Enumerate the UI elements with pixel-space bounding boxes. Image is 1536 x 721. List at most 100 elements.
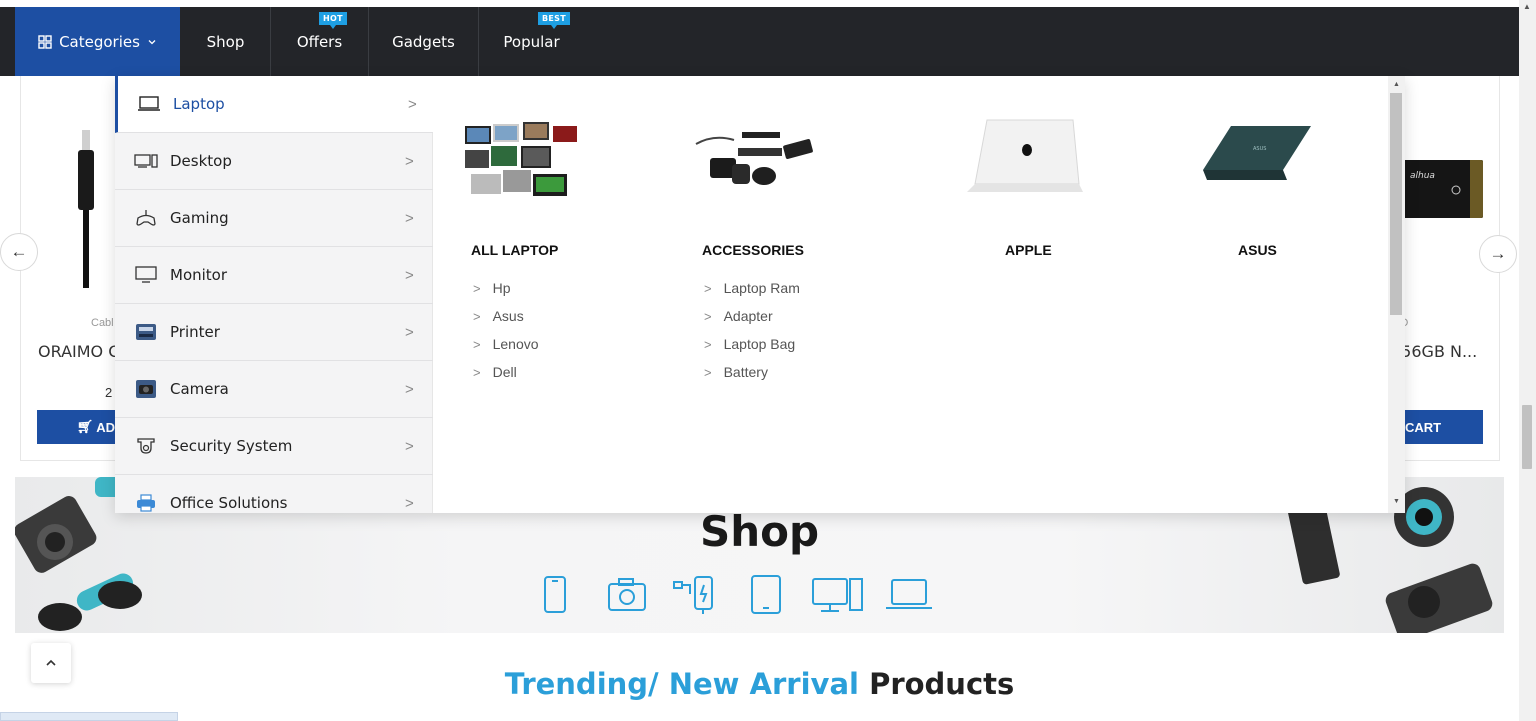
category-label: Gaming: [170, 209, 229, 227]
category-label: Laptop: [173, 95, 225, 113]
column-title-accessories[interactable]: ACCESSORIES: [702, 242, 804, 258]
sub-item-battery[interactable]: > Battery: [704, 358, 800, 386]
column-title-apple[interactable]: APPLE: [1005, 242, 1052, 258]
laptop-icon: [886, 579, 932, 609]
camera-icon: [134, 378, 158, 400]
product-category: Cabl: [91, 317, 114, 329]
category-item-security-system[interactable]: Security System >: [115, 418, 433, 475]
all-laptop-image[interactable]: [463, 120, 581, 200]
category-item-gaming[interactable]: Gaming >: [115, 190, 433, 247]
chevron-right-icon: >: [704, 308, 712, 324]
sub-item-dell[interactable]: > Dell: [473, 358, 539, 386]
sub-item-label: Dell: [492, 364, 517, 380]
cctv-icon: [134, 435, 158, 457]
sub-item-lenovo[interactable]: > Lenovo: [473, 330, 539, 358]
sub-item-label: Adapter: [723, 308, 773, 324]
status-bar-url: [0, 712, 178, 721]
nav-offers-label: Offers: [296, 32, 343, 51]
category-item-camera[interactable]: Camera >: [115, 361, 433, 418]
main-navbar: Categories Shop HOT Offers Gadgets BEST …: [0, 7, 1519, 76]
carousel-prev-button[interactable]: ←: [0, 233, 38, 271]
grid-icon: [38, 34, 52, 49]
desktop-icon: [812, 578, 863, 612]
category-item-laptop[interactable]: Laptop >: [115, 76, 433, 133]
sub-item-label: Laptop Ram: [723, 280, 800, 296]
monitor-icon: [134, 264, 158, 286]
column-title-all-laptop[interactable]: ALL LAPTOP: [471, 242, 558, 258]
add-to-cart-label: AD: [96, 419, 115, 435]
laptop-icon: [137, 93, 161, 115]
add-to-cart-label: CART: [1405, 419, 1442, 435]
asus-laptop-image[interactable]: ASUS: [1201, 124, 1313, 184]
page-scrollbar[interactable]: [1519, 0, 1536, 721]
top-strip: [0, 0, 1519, 7]
category-item-monitor[interactable]: Monitor >: [115, 247, 433, 304]
sub-item-label: Hp: [492, 280, 511, 296]
nav-gadgets-label: Gadgets: [392, 32, 455, 51]
carousel-next-button[interactable]: →: [1479, 235, 1517, 273]
chevron-right-icon: >: [704, 280, 712, 296]
nav-popular-link[interactable]: BEST Popular: [479, 7, 584, 76]
column-title-asus[interactable]: ASUS: [1238, 242, 1277, 258]
svg-text:alhua: alhua: [1410, 171, 1435, 181]
sub-item-label: Asus: [492, 308, 524, 324]
chevron-right-icon: >: [473, 336, 481, 352]
arrow-left-icon: ←: [10, 242, 28, 261]
category-label: Security System: [170, 437, 293, 455]
dropdown-scroll-up-icon[interactable]: ▲: [1393, 81, 1400, 88]
chevron-right-icon: >: [405, 152, 414, 170]
page-scrollbar-thumb[interactable]: [1522, 405, 1532, 469]
smartphone-icon: [544, 576, 566, 613]
chevron-right-icon: >: [704, 336, 712, 352]
banner-device-icons: [544, 575, 932, 614]
nav-gadgets-link[interactable]: Gadgets: [369, 7, 478, 76]
chevron-right-icon: >: [473, 308, 481, 324]
nav-popular-label: Popular: [503, 32, 560, 51]
camera-icon: [608, 578, 646, 611]
chevron-right-icon: >: [405, 266, 414, 284]
chevron-right-icon: >: [473, 280, 481, 296]
sub-item-asus[interactable]: > Asus: [473, 302, 539, 330]
product-name[interactable]: ORAIMO C: [38, 342, 119, 361]
sub-item-label: Battery: [723, 364, 768, 380]
office-icon: [134, 492, 158, 513]
charger-icon: [673, 576, 713, 614]
apple-macbook-image[interactable]: [965, 118, 1085, 196]
accessories-image[interactable]: [694, 126, 814, 188]
scroll-up-arrow-icon[interactable]: ▲: [1523, 2, 1531, 11]
sub-item-laptop-ram[interactable]: > Laptop Ram: [704, 274, 800, 302]
cart-icon: 🛒︎: [76, 419, 94, 434]
category-item-office-solutions[interactable]: Office Solutions >: [115, 475, 433, 513]
nav-offers-link[interactable]: HOT Offers: [271, 7, 368, 76]
chevron-down-icon: [148, 39, 156, 44]
chevron-right-icon: >: [704, 364, 712, 380]
section-title: Trending/ New Arrival Products: [0, 667, 1519, 701]
dropdown-scrollbar-thumb[interactable]: [1390, 93, 1402, 315]
chevron-right-icon: >: [405, 380, 414, 398]
sub-item-label: Lenovo: [492, 336, 539, 352]
category-item-desktop[interactable]: Desktop >: [115, 133, 433, 190]
chevron-right-icon: >: [473, 364, 481, 380]
accessories-sublist: > Laptop Ram > Adapter > Laptop Bag > Batter…: [704, 274, 800, 386]
category-label: Camera: [170, 380, 229, 398]
tablet-icon: [751, 575, 781, 614]
nav-shop-link[interactable]: Shop: [181, 7, 270, 76]
sub-item-laptop-bag[interactable]: > Laptop Bag: [704, 330, 800, 358]
add-to-cart-button[interactable]: 🛒︎ AD: [37, 410, 117, 444]
category-label: Desktop: [170, 152, 232, 170]
chevron-right-icon: >: [405, 494, 414, 512]
sub-item-adapter[interactable]: > Adapter: [704, 302, 800, 330]
category-list: Laptop > Desktop > Gaming > Monitor > Pr…: [115, 76, 433, 513]
categories-label: Categories: [59, 32, 140, 51]
ssd-product-image: alhua: [1400, 160, 1483, 218]
svg-text:ASUS: ASUS: [1253, 146, 1266, 152]
desktop-icon: [134, 150, 158, 172]
best-badge: BEST: [538, 12, 570, 29]
sub-item-label: Laptop Bag: [723, 336, 796, 352]
sub-item-hp[interactable]: > Hp: [473, 274, 539, 302]
product-price: 2: [105, 385, 113, 400]
dropdown-scroll-down-icon[interactable]: ▼: [1393, 498, 1400, 505]
category-item-printer[interactable]: Printer >: [115, 304, 433, 361]
categories-menu-button[interactable]: Categories: [15, 7, 180, 76]
all-laptop-sublist: > Hp > Asus > Lenovo > Dell: [473, 274, 539, 386]
